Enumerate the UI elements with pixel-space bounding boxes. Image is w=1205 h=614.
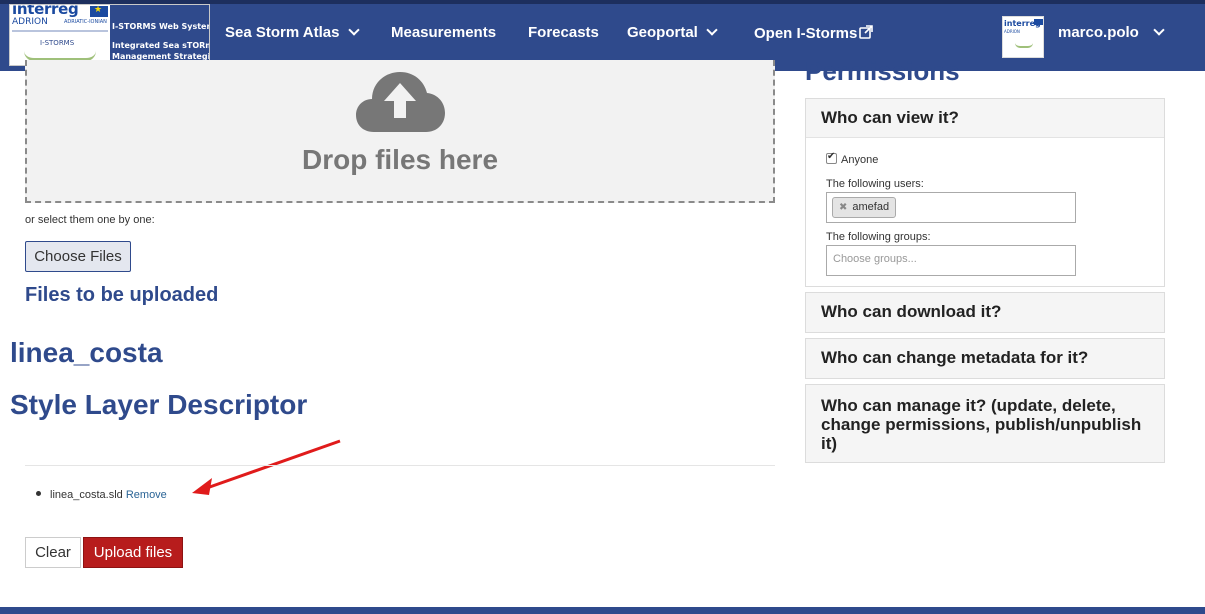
istorms-logo[interactable]: interreg ADRION ADRIATIC-IONIAN I-STORMS… [9, 4, 210, 66]
eu-flag-icon [90, 5, 108, 17]
cloud-upload-icon [356, 72, 445, 132]
download-permissions-heading[interactable]: Who can download it? [806, 293, 1164, 330]
file-dropzone[interactable]: Drop files here [25, 60, 775, 203]
groups-label: The following groups: [826, 231, 931, 243]
files-to-upload-heading: Files to be uploaded [25, 284, 219, 306]
logo-program: ADRION [12, 17, 48, 27]
panel-download-permissions: Who can download it? [805, 292, 1165, 333]
metadata-permissions-heading[interactable]: Who can change metadata for it? [806, 339, 1164, 376]
user-name: marco.polo [1058, 24, 1139, 41]
logo-tagline-1: Integrated Sea sTORm [112, 41, 210, 50]
manage-permissions-heading[interactable]: Who can manage it? (update, delete, chan… [806, 385, 1164, 462]
user-avatar[interactable]: interreg ADRION [1002, 16, 1044, 58]
anyone-label: Anyone [841, 154, 879, 166]
nav-geoportal[interactable]: Geoportal [627, 24, 718, 41]
chevron-down-icon [706, 24, 718, 36]
users-label: The following users: [826, 178, 924, 190]
section-divider [25, 465, 775, 466]
user-tag[interactable]: ✖ amefad [832, 197, 897, 218]
anyone-row: Anyone [826, 150, 1144, 168]
footer-bar [0, 607, 1205, 614]
nav-label: Forecasts [528, 24, 599, 41]
panel-metadata-permissions: Who can change metadata for it? [805, 338, 1165, 379]
drop-files-text: Drop files here [301, 144, 499, 175]
panel-view-permissions: Who can view it? Anyone The following us… [805, 98, 1165, 287]
interreg-logo: interreg ADRION ADRIATIC-IONIAN I-STORMS [10, 5, 110, 65]
external-link-icon [859, 25, 874, 39]
nav-label: Sea Storm Atlas [225, 24, 340, 41]
user-tag-label: amefad [852, 201, 890, 213]
logo-program-sub: ADRIATIC-IONIAN [64, 19, 107, 25]
anyone-checkbox[interactable] [826, 151, 837, 164]
logo-system-panel: I-STORMS Web System Integrated Sea sTORm… [110, 5, 210, 65]
upload-files-button[interactable]: Upload files [83, 537, 183, 568]
nav-label: Measurements [391, 24, 497, 41]
layer-name-heading: linea_costa [10, 337, 163, 368]
chevron-down-icon [347, 24, 360, 36]
nav-forecasts[interactable]: Forecasts [528, 24, 599, 41]
logo-system-line: I-STORMS Web System [112, 22, 210, 31]
view-permissions-heading[interactable]: Who can view it? [806, 99, 1164, 137]
nav-sea-storm-atlas[interactable]: Sea Storm Atlas [225, 24, 360, 41]
groups-select[interactable]: Choose groups... [826, 245, 1076, 276]
choose-files-button[interactable]: Choose Files [25, 241, 131, 272]
wave-icon [1015, 43, 1033, 48]
chevron-down-icon [1153, 24, 1165, 36]
remove-tag-icon[interactable]: ✖ [839, 202, 847, 213]
avatar-program: ADRION [1004, 29, 1020, 34]
logo-tagline: Integrated Sea sTORm Management Strategi… [112, 40, 210, 62]
nav-label: Geoportal [627, 24, 698, 41]
nav-open-istorms[interactable]: Open I-Storms [754, 24, 874, 42]
logo-project: I-STORMS [40, 39, 75, 47]
list-item: linea_costa.sld Remove [36, 489, 167, 501]
eu-flag-icon [1034, 19, 1043, 25]
nav-label: Open I-Storms [754, 25, 858, 42]
logo-brand: interreg [12, 4, 79, 18]
view-permissions-body: Anyone The following users: ✖ amefad The … [806, 137, 1164, 286]
bullet-icon [36, 491, 41, 496]
remove-file-link[interactable]: Remove [126, 489, 167, 501]
logo-fineprint [12, 30, 108, 32]
permissions-title: Permissions [805, 56, 960, 86]
sld-heading: Style Layer Descriptor [10, 389, 308, 420]
users-select[interactable]: ✖ amefad [826, 192, 1076, 223]
user-menu[interactable]: marco.polo [1058, 24, 1165, 41]
clear-button[interactable]: Clear [25, 537, 81, 568]
select-files-note: or select them one by one: [25, 214, 155, 226]
nav-measurements[interactable]: Measurements [391, 24, 496, 41]
file-name: linea_costa.sld [50, 489, 123, 501]
panel-manage-permissions: Who can manage it? (update, delete, chan… [805, 384, 1165, 463]
red-annotation-arrow [192, 439, 341, 495]
